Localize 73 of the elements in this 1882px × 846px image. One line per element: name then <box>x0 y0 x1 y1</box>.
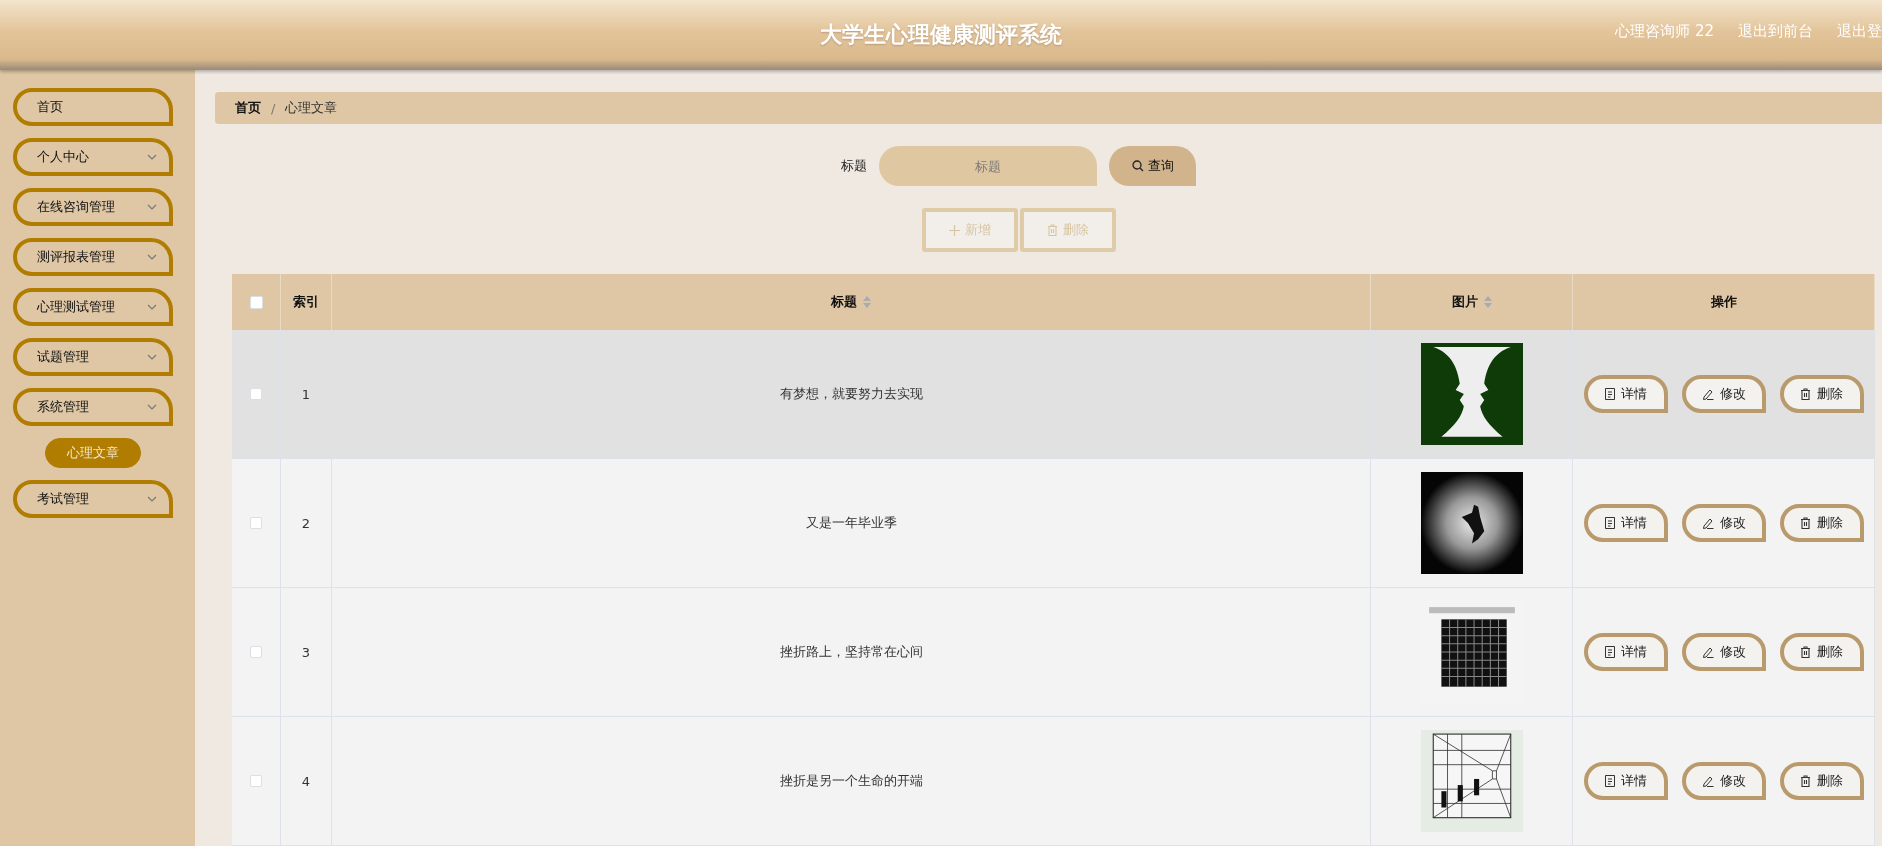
table-cell: 1 <box>301 386 311 402</box>
delete-button[interactable]: 删除 <box>1779 504 1864 542</box>
row-checkbox[interactable] <box>250 775 262 787</box>
delete-button[interactable]: 删除 <box>1779 375 1864 413</box>
pencil-icon <box>1701 646 1714 658</box>
chevron-icon <box>147 304 157 310</box>
column-header[interactable]: 图片 <box>1451 293 1478 311</box>
table-cell: 挫折路上，坚持常在心间 <box>779 643 923 661</box>
column-header[interactable]: 标题 <box>831 293 857 311</box>
breadcrumb-separator: / <box>271 100 276 116</box>
edit-button[interactable]: 修改 <box>1681 762 1766 800</box>
delete-button[interactable]: 删除 <box>1779 762 1864 800</box>
plus-icon <box>948 224 960 236</box>
menu-item[interactable]: 测评报表管理 <box>13 238 173 276</box>
menu-item[interactable]: 考试管理 <box>13 480 173 518</box>
chevron-icon <box>147 404 157 410</box>
delete-button[interactable]: 删除 <box>1779 633 1864 671</box>
trash-icon <box>1800 775 1811 787</box>
row-checkbox[interactable] <box>250 388 262 400</box>
row-checkbox[interactable] <box>250 517 262 529</box>
document-icon <box>1604 646 1615 658</box>
pencil-icon <box>1701 775 1714 787</box>
menu-item[interactable]: 系统管理 <box>13 388 173 426</box>
trash-icon <box>1800 646 1811 658</box>
trash-icon <box>1046 224 1058 236</box>
trash-icon <box>1800 517 1811 529</box>
chevron-icon <box>147 154 157 160</box>
table-row[interactable]: 3 挫折路上，坚持常在心间 详情 修改 删除 <box>232 588 1875 717</box>
sort-icon[interactable] <box>1483 296 1492 308</box>
trash-icon <box>1800 388 1811 400</box>
table-cell: 挫折是另一个生命的开端 <box>779 772 923 790</box>
pencil-icon <box>1701 388 1714 400</box>
table-cell: 3 <box>301 644 311 660</box>
app-title: 大学生心理健康测评系统 <box>820 21 1062 49</box>
table-row[interactable]: 2 又是一年毕业季 详情 修改 删除 <box>232 459 1875 588</box>
chevron-icon <box>147 354 157 360</box>
document-icon <box>1604 388 1615 400</box>
row-checkbox[interactable] <box>250 646 262 658</box>
table-cell: 又是一年毕业季 <box>805 514 897 532</box>
search-icon <box>1131 160 1144 172</box>
edit-button[interactable]: 修改 <box>1681 375 1766 413</box>
edit-button[interactable]: 修改 <box>1681 504 1766 542</box>
menu-item[interactable]: 个人中心 <box>13 138 173 176</box>
menu-item[interactable]: 在线咨询管理 <box>13 188 173 226</box>
edit-button[interactable]: 修改 <box>1681 633 1766 671</box>
table-row[interactable]: 1 有梦想，就要努力去实现 详情 修改 删除 <box>232 330 1875 459</box>
column-header: 操作 <box>1710 293 1737 311</box>
column-header: 索引 <box>293 293 319 311</box>
sort-icon[interactable] <box>863 296 871 308</box>
table-cell: 4 <box>301 773 311 789</box>
menu-item[interactable]: 首页 <box>13 88 173 126</box>
chevron-icon <box>147 254 157 260</box>
menu-item[interactable]: 试题管理 <box>13 338 173 376</box>
table-cell: 有梦想，就要努力去实现 <box>779 385 923 403</box>
detail-button[interactable]: 详情 <box>1583 504 1668 542</box>
detail-button[interactable]: 详情 <box>1583 762 1668 800</box>
menu-item[interactable]: 心理测试管理 <box>13 288 173 326</box>
detail-button[interactable]: 详情 <box>1583 633 1668 671</box>
document-icon <box>1604 517 1615 529</box>
breadcrumb-item[interactable]: 首页 <box>235 99 261 117</box>
document-icon <box>1604 775 1615 787</box>
breadcrumb-item: 心理文章 <box>285 99 338 117</box>
select-all-checkbox[interactable] <box>249 295 263 309</box>
search-field[interactable]: 标题 <box>879 146 1097 186</box>
search-label: 标题 <box>841 157 867 175</box>
detail-button[interactable]: 详情 <box>1583 375 1668 413</box>
user-name: 心理咨询师 22 <box>1615 22 1714 41</box>
chevron-icon <box>147 496 157 502</box>
table-row[interactable]: 4 挫折是另一个生命的开端 详情 修改 删除 <box>232 717 1875 846</box>
search-button[interactable]: 查询 <box>1109 146 1196 186</box>
pencil-icon <box>1701 517 1714 529</box>
table-cell: 2 <box>301 515 311 531</box>
chevron-icon <box>147 204 157 210</box>
